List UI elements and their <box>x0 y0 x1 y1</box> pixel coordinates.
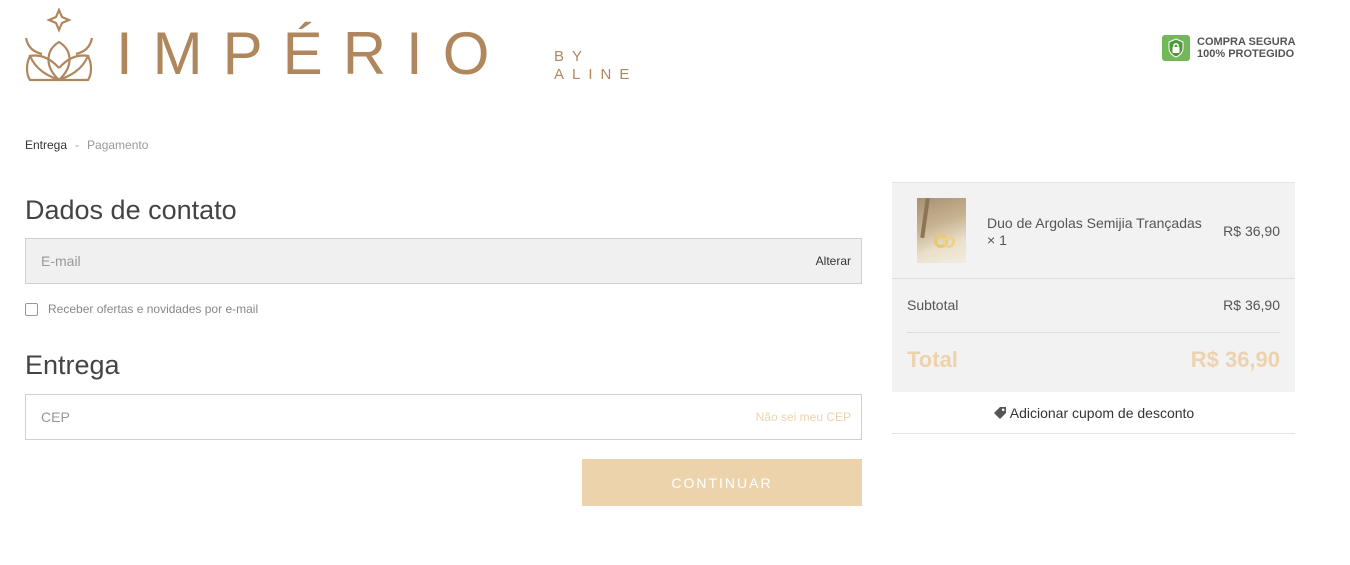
coupon-label: Adicionar cupom de desconto <box>1009 405 1195 421</box>
subtotal-label: Subtotal <box>907 297 959 313</box>
total-row: Total R$ 36,90 <box>907 347 1280 373</box>
secure-text: COMPRA SEGURA 100% PROTEGIDO <box>1197 36 1296 60</box>
subtotal-row: Subtotal R$ 36,90 <box>907 297 1280 313</box>
cart-item: Duo de Argolas Semijia Trançadas × 1 R$ … <box>892 183 1295 279</box>
secure-purchase-badge: COMPRA SEGURA 100% PROTEGIDO <box>1162 35 1296 61</box>
cep-input[interactable]: CEP Não sei meu CEP <box>25 394 862 440</box>
offers-checkbox[interactable] <box>25 302 38 316</box>
offers-label: Receber ofertas e novidades por e-mail <box>48 302 259 316</box>
total-label: Total <box>907 347 958 372</box>
lotus-star-icon <box>24 8 94 82</box>
logo-wordmark: IMPÉRIO <box>116 20 510 87</box>
email-placeholder: E-mail <box>41 253 81 269</box>
product-name: Duo de Argolas Semijia Trançadas × 1 <box>987 215 1202 248</box>
offers-option[interactable]: Receber ofertas e novidades por e-mail <box>25 302 258 316</box>
logo-aline: ALINE <box>554 66 638 83</box>
breadcrumb-step-entrega[interactable]: Entrega <box>25 138 67 152</box>
secure-line1: COMPRA SEGURA <box>1197 36 1296 48</box>
secure-line2: 100% PROTEGIDO <box>1197 48 1295 60</box>
continue-button[interactable]: CONTINUAR <box>582 459 862 506</box>
summary-divider <box>907 332 1280 333</box>
tag-icon <box>993 407 1006 419</box>
subtotal-value: R$ 36,90 <box>1223 297 1280 313</box>
email-field[interactable]: E-mail Alterar <box>25 238 862 284</box>
logo-by: BY <box>554 48 591 65</box>
order-summary: Duo de Argolas Semijia Trançadas × 1 R$ … <box>892 182 1295 392</box>
find-cep-link[interactable]: Não sei meu CEP <box>756 410 851 424</box>
product-price: R$ 36,90 <box>1223 223 1280 239</box>
change-email-link[interactable]: Alterar <box>816 254 851 268</box>
contact-section-title: Dados de contato <box>25 195 237 225</box>
cep-placeholder: CEP <box>41 409 70 425</box>
brand-logo[interactable]: IMPÉRIO BY ALINE <box>24 8 664 88</box>
total-value: R$ 36,90 <box>1190 347 1280 372</box>
product-thumbnail <box>917 198 966 263</box>
shield-lock-icon <box>1162 35 1190 61</box>
add-coupon-link[interactable]: Adicionar cupom de desconto <box>892 393 1295 434</box>
logo-byline: BY ALINE <box>554 48 637 84</box>
breadcrumb-step-pagamento: Pagamento <box>87 138 149 152</box>
breadcrumb: Entrega - Pagamento <box>25 138 148 152</box>
breadcrumb-separator: - <box>75 138 80 152</box>
delivery-section-title: Entrega <box>25 350 120 380</box>
